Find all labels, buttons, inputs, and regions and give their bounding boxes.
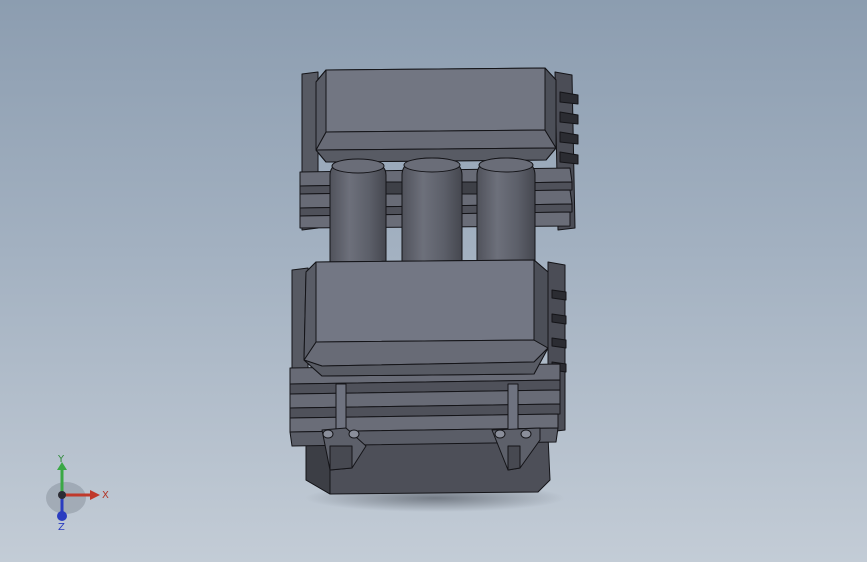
x-axis-label: X <box>102 490 109 501</box>
coordinate-triad: Y X Z <box>46 454 109 530</box>
y-axis-label: Y <box>57 454 65 465</box>
upper-tab-right <box>461 181 478 195</box>
lower-cover <box>303 259 549 377</box>
cylinder-2 <box>401 157 463 263</box>
upper-cover <box>315 67 557 163</box>
3d-model-view[interactable] <box>0 0 867 562</box>
graphics-viewport[interactable]: Y X Z <box>0 0 867 562</box>
cylinder-3 <box>476 157 536 263</box>
triad-shadow <box>46 482 86 514</box>
z-axis-label: Z <box>58 522 65 530</box>
upper-tab-left <box>385 181 403 195</box>
cylinder-1 <box>329 158 387 263</box>
